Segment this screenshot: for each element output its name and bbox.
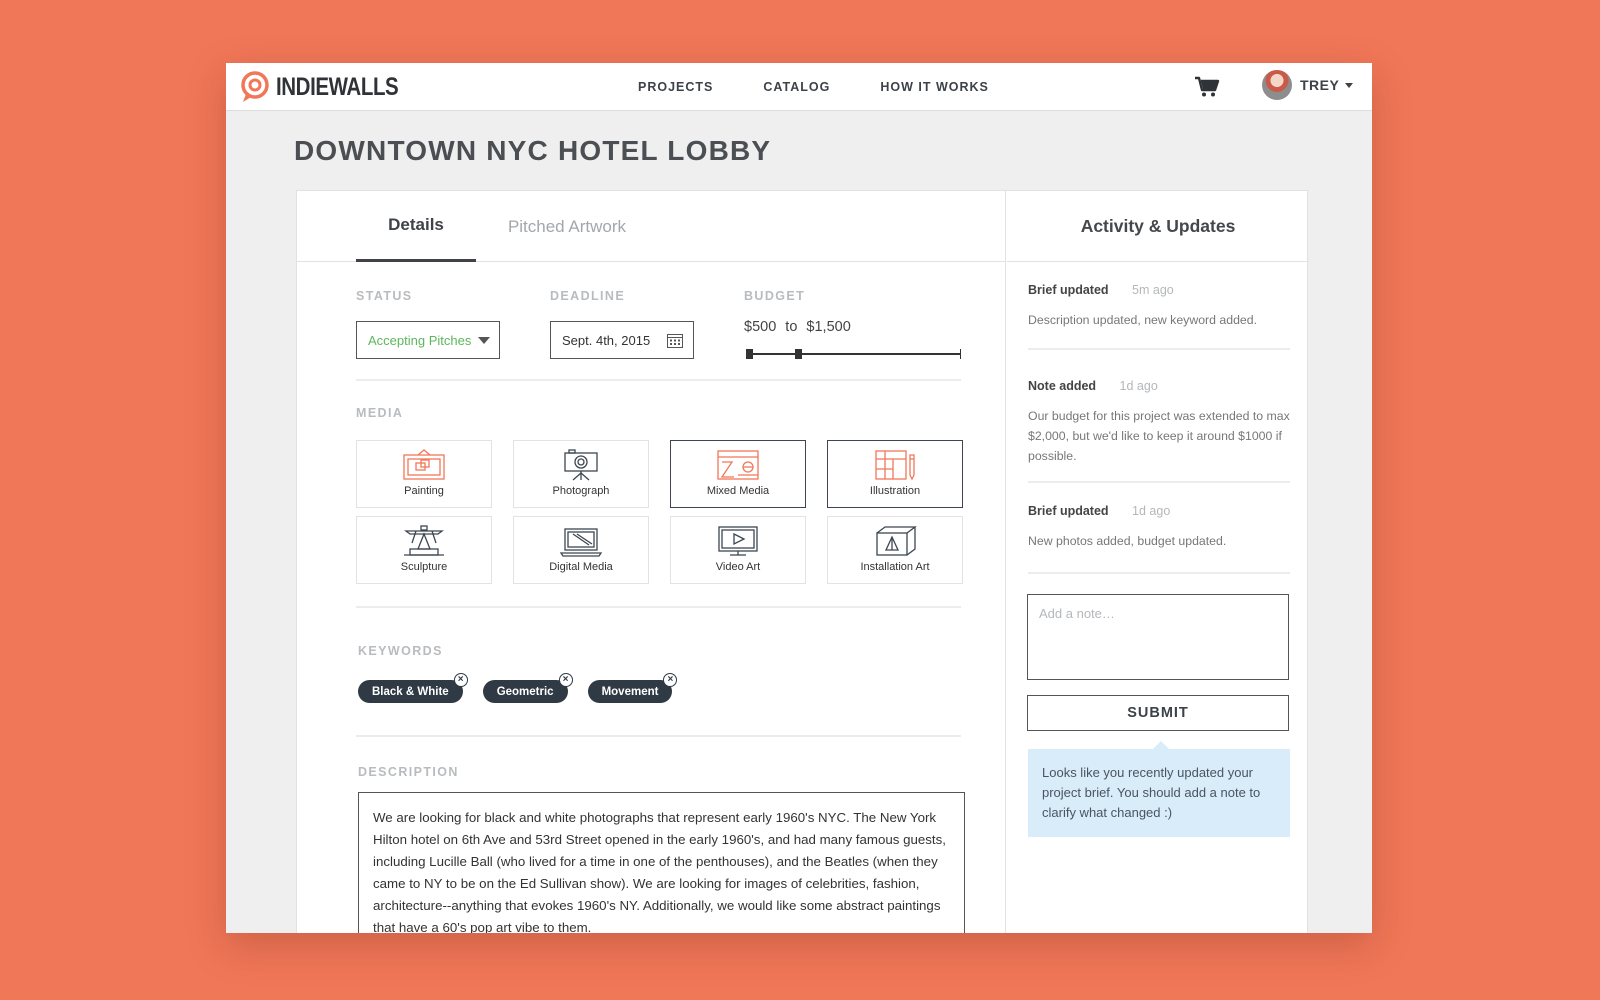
illustration-icon (875, 450, 915, 481)
divider (356, 735, 961, 737)
deadline-input[interactable]: Sept. 4th, 2015 (550, 321, 694, 359)
activity-body: New photos added, budget updated. (1028, 534, 1227, 548)
project-card: Details Pitched Artwork STATUS DEADLINE … (296, 190, 1309, 933)
top-navbar: INDIEWALLS PROJECTS CATALOG HOW IT WORKS… (226, 63, 1372, 111)
activity-time: 1d ago (1119, 379, 1158, 393)
divider (1028, 572, 1290, 574)
painting-icon (403, 449, 445, 480)
media-tile-mixed-media[interactable]: Mixed Media (670, 440, 806, 508)
media-tile-video-art[interactable]: Video Art (670, 516, 806, 584)
divider (1028, 348, 1290, 350)
media-label-mixed-media: Mixed Media (706, 485, 770, 497)
activity-kind: Brief updated (1028, 504, 1109, 518)
logo[interactable]: INDIEWALLS (240, 70, 425, 104)
media-tile-installation-art[interactable]: Installation Art (827, 516, 963, 584)
sculpture-icon (404, 525, 444, 556)
remove-keyword-icon[interactable]: × (663, 673, 678, 687)
divider (356, 379, 961, 381)
note-input[interactable]: Add a note… (1027, 594, 1289, 680)
media-label-painting: Painting (404, 485, 444, 497)
nav-projects[interactable]: PROJECTS (638, 80, 713, 94)
chevron-down-icon (1345, 82, 1354, 88)
media-label-illustration: Illustration (869, 485, 921, 497)
activity-kind: Brief updated (1028, 283, 1109, 297)
keyword-tag: Movement × (587, 673, 678, 703)
keywords-label: KEYWORDS (358, 644, 443, 658)
description-textarea[interactable]: We are looking for black and white photo… (358, 792, 965, 933)
activity-body: Description updated, new keyword added. (1028, 313, 1257, 327)
status-label: STATUS (356, 289, 413, 303)
avatar (1262, 70, 1292, 100)
tab-bar: Details Pitched Artwork (297, 191, 1005, 262)
status-value: Accepting Pitches (368, 332, 472, 348)
slider-handle-max[interactable] (795, 349, 803, 359)
description-label: DESCRIPTION (358, 765, 459, 779)
keyword-text: Black & White (372, 685, 449, 698)
tip-callout: Looks like you recently updated your pro… (1028, 741, 1290, 837)
slider-end-tick (960, 349, 961, 359)
media-tile-sculpture[interactable]: Sculpture (356, 516, 492, 584)
keyword-list: Black & White × Geometric × Movement × (358, 673, 692, 703)
budget-separator: to (785, 319, 798, 335)
media-label-sculpture: Sculpture (400, 561, 448, 573)
budget-slider[interactable] (746, 349, 961, 359)
details-column: Details Pitched Artwork STATUS DEADLINE … (297, 191, 1006, 933)
activity-item: Brief updated 5m ago Description updated… (1028, 283, 1290, 330)
nav-how-it-works[interactable]: HOW IT WORKS (880, 80, 989, 94)
activity-column: Activity & Updates Brief updated 5m ago … (1007, 191, 1309, 933)
dropdown-arrow-icon (478, 337, 490, 344)
user-menu[interactable]: TREY (1262, 70, 1354, 100)
keyword-tag: Black & White × (358, 673, 468, 703)
mixed-media-icon (717, 450, 759, 480)
keyword-tag: Geometric × (482, 673, 573, 703)
activity-body: Our budget for this project was extended… (1028, 409, 1290, 463)
media-label-photograph: Photograph (552, 485, 610, 497)
divider (356, 606, 961, 608)
slider-handle-min[interactable] (746, 349, 753, 359)
budget-max: $1,500 (806, 319, 851, 335)
activity-item: Note added 1d ago Our budget for this pr… (1028, 379, 1290, 466)
user-name: TREY (1300, 77, 1340, 93)
tab-pitched-artwork[interactable]: Pitched Artwork (497, 191, 637, 262)
camera-icon (564, 449, 598, 481)
media-label: MEDIA (356, 406, 404, 420)
shopping-cart-icon[interactable] (1194, 76, 1220, 98)
remove-keyword-icon[interactable]: × (558, 673, 573, 687)
keyword-text: Geometric (496, 685, 554, 698)
media-label-video-art: Video Art (715, 561, 761, 573)
page-title: DOWNTOWN NYC HOTEL LOBBY (294, 135, 772, 166)
budget-range: $500 to $1,500 (744, 319, 856, 335)
media-tile-painting[interactable]: Painting (356, 440, 492, 508)
activity-title: Activity & Updates (1007, 191, 1309, 262)
remove-keyword-icon[interactable]: × (453, 673, 468, 687)
media-label-installation-art: Installation Art (860, 561, 930, 573)
nav-catalog[interactable]: CATALOG (763, 80, 830, 94)
brand-name: INDIEWALLS (276, 72, 399, 101)
installation-icon (876, 526, 917, 556)
deadline-label: DEADLINE (550, 289, 626, 303)
main-nav: PROJECTS CATALOG HOW IT WORKS (638, 63, 1039, 111)
media-tile-digital-media[interactable]: Digital Media (513, 516, 649, 584)
media-label-digital-media: Digital Media (549, 561, 613, 573)
activity-time: 5m ago (1132, 283, 1174, 297)
app-window: INDIEWALLS PROJECTS CATALOG HOW IT WORKS… (226, 63, 1372, 933)
activity-kind: Note added (1028, 379, 1097, 393)
video-icon (718, 526, 758, 556)
calendar-icon[interactable] (667, 333, 683, 348)
indiewalls-logo-icon (241, 71, 269, 102)
budget-min: $500 (744, 319, 777, 335)
status-select[interactable]: Accepting Pitches (356, 321, 500, 359)
submit-button[interactable]: SUBMIT (1027, 695, 1289, 731)
deadline-value: Sept. 4th, 2015 (562, 332, 651, 348)
media-tile-photograph[interactable]: Photograph (513, 440, 649, 508)
laptop-icon (559, 528, 603, 557)
budget-label: BUDGET (744, 289, 806, 303)
divider (1028, 481, 1290, 483)
activity-time: 1d ago (1132, 504, 1171, 518)
keyword-text: Movement (601, 685, 659, 698)
media-tile-illustration[interactable]: Illustration (827, 440, 963, 508)
activity-item: Brief updated 1d ago New photos added, b… (1028, 504, 1290, 551)
tab-details[interactable]: Details (356, 191, 476, 262)
